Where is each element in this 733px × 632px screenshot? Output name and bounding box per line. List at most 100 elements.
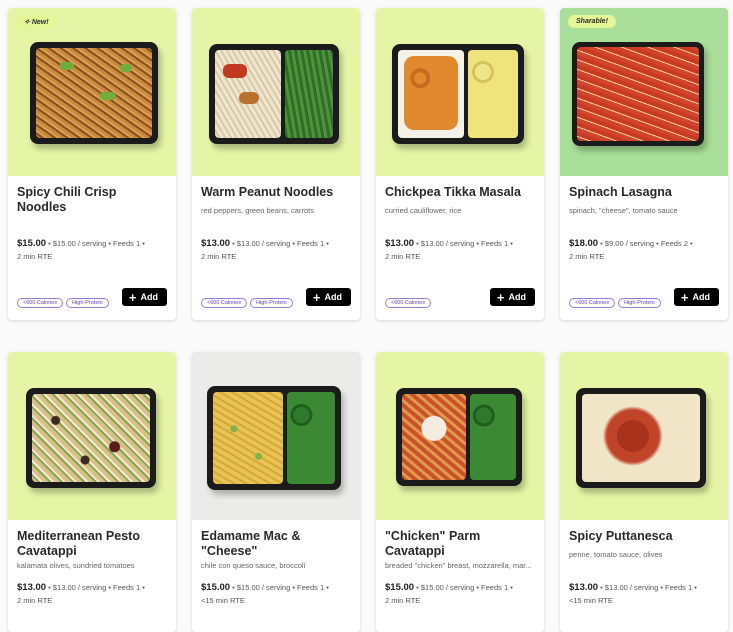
product-subtitle: curried cauliflower, rice (385, 206, 462, 215)
serving-info: • $15.00 / serving • Feeds 1 • (48, 239, 145, 248)
price-info: $15.00 • $15.00 / serving • Feeds 1 • 2 … (385, 581, 535, 607)
add-button[interactable]: + Add (489, 288, 535, 306)
rte-time: 2 min RTE (17, 252, 53, 261)
add-button[interactable]: + Add (673, 288, 719, 306)
meal-tray (26, 388, 156, 488)
sharable-badge: Sharable! (568, 15, 616, 28)
meal-tray (207, 386, 341, 490)
add-button[interactable]: + Add (121, 288, 167, 306)
rte-time: 2 min RTE (201, 252, 237, 261)
meal-tray (30, 42, 158, 144)
price-info: $13.00 • $13.00 / serving • Feeds 1 • 2 … (385, 237, 535, 263)
lasagna-food (577, 47, 699, 141)
new-badge: ✧ New! (16, 15, 57, 29)
product-card-mediterranean-pesto-cavatappi[interactable]: Mediterranean Pesto Cavatappi kalamata o… (8, 352, 176, 632)
product-image[interactable] (8, 352, 176, 520)
plus-icon: + (496, 289, 505, 305)
price-info: $13.00 • $13.00 / serving • Feeds 1 • 2 … (17, 581, 167, 607)
serving-info: • $15.00 / serving • Feeds 1 • (232, 583, 329, 592)
serving-info: • $13.00 / serving • Feeds 1 • (416, 239, 513, 248)
broccoli-food (287, 392, 335, 484)
plus-icon: + (128, 289, 137, 305)
product-card-spinach-lasagna[interactable]: Sharable! Spinach Lasagna spinach, "chee… (560, 8, 728, 320)
serving-info: • $13.00 / serving • Feeds 1 • (600, 583, 697, 592)
price: $15.00 (385, 582, 415, 593)
product-card-edamame-mac-cheese[interactable]: Edamame Mac & "Cheese" chile con queso s… (192, 352, 360, 632)
plus-icon: + (312, 289, 321, 305)
product-card-spicy-puttanesca[interactable]: Spicy Puttanesca penne, tomato sauce, ol… (560, 352, 728, 632)
tag-protein: High-Protein (66, 298, 109, 308)
price-info: $13.00 • $13.00 / serving • Feeds 1 • <1… (569, 581, 719, 607)
tag-calories: <600 Calories (569, 298, 616, 308)
product-image[interactable] (560, 352, 728, 520)
product-card-spicy-chili-crisp-noodles[interactable]: ✧ New! Spicy Chili Crisp Noodles $15.00 … (8, 8, 176, 320)
serving-info: • $13.00 / serving • Feeds 1 • (232, 239, 329, 248)
tag-calories: <600 Calories (385, 298, 432, 308)
product-title[interactable]: Mediterranean Pesto Cavatappi (17, 529, 168, 559)
product-subtitle: spinach, "cheese", tomato sauce (569, 206, 678, 215)
product-subtitle: chile con queso sauce, broccoli (201, 561, 306, 570)
product-image[interactable] (376, 8, 544, 176)
product-title[interactable]: "Chicken" Parm Cavatappi (385, 529, 536, 559)
product-subtitle: breaded "chicken" breast, mozzarella, ma… (385, 561, 532, 570)
meal-tray (396, 388, 522, 486)
price: $13.00 (569, 582, 599, 593)
tag-protein: High-Protein (250, 298, 293, 308)
serving-info: • $9.00 / serving • Feeds 2 • (600, 239, 693, 248)
product-image[interactable] (192, 8, 360, 176)
price: $13.00 (17, 582, 47, 593)
product-title[interactable]: Spinach Lasagna (569, 185, 720, 200)
product-card-chickpea-tikka-masala[interactable]: Chickpea Tikka Masala curried cauliflowe… (376, 8, 544, 320)
rte-time: 2 min RTE (17, 596, 53, 605)
product-subtitle: red peppers, green beans, carrots (201, 206, 314, 215)
price: $13.00 (201, 238, 231, 249)
mac-cheese-food (213, 392, 283, 484)
serving-info: • $13.00 / serving • Feeds 1 • (48, 583, 145, 592)
product-title[interactable]: Warm Peanut Noodles (201, 185, 352, 200)
product-subtitle: kalamata olives, sundried tomatoes (17, 561, 135, 570)
price-info: $15.00 • $15.00 / serving • Feeds 1 • 2 … (17, 237, 167, 263)
rte-time: 2 min RTE (569, 252, 605, 261)
price-info: $13.00 • $13.00 / serving • Feeds 1 • 2 … (201, 237, 351, 263)
tag-list: <600 Calories (385, 298, 432, 308)
pasta-food (32, 394, 150, 482)
rte-time: <15 min RTE (201, 596, 245, 605)
meal-tray (392, 44, 524, 144)
product-title[interactable]: Chickpea Tikka Masala (385, 185, 536, 200)
leaf-icon: ✧ (24, 19, 32, 26)
product-image[interactable] (376, 352, 544, 520)
chicken-parm-food (402, 394, 466, 480)
meal-tray (572, 42, 704, 146)
tag-list: <600 Calories High-Protein (569, 298, 661, 308)
tag-calories: <600 Calories (201, 298, 248, 308)
tag-list: <600 Calories High-Protein (17, 298, 109, 308)
product-subtitle: penne, tomato sauce, olives (569, 550, 663, 559)
tag-calories: <600 Calories (17, 298, 64, 308)
tag-protein: High-Protein (618, 298, 661, 308)
product-title[interactable]: Edamame Mac & "Cheese" (201, 529, 352, 559)
meal-tray (209, 44, 339, 144)
product-card-warm-peanut-noodles[interactable]: Warm Peanut Noodles red peppers, green b… (192, 8, 360, 320)
noodles-food (36, 48, 152, 138)
product-image[interactable]: Sharable! (560, 8, 728, 176)
cauliflower-food (468, 50, 518, 138)
product-image[interactable]: ✧ New! (8, 8, 176, 176)
rte-time: 2 min RTE (385, 252, 421, 261)
product-image[interactable] (192, 352, 360, 520)
product-title[interactable]: Spicy Chili Crisp Noodles (17, 185, 168, 215)
green-beans-food (285, 50, 333, 138)
add-button[interactable]: + Add (305, 288, 351, 306)
price: $15.00 (201, 582, 231, 593)
serving-info: • $15.00 / serving • Feeds 1 • (416, 583, 513, 592)
rte-time: 2 min RTE (385, 596, 421, 605)
product-card-chicken-parm-cavatappi[interactable]: "Chicken" Parm Cavatappi breaded "chicke… (376, 352, 544, 632)
price: $13.00 (385, 238, 415, 249)
price: $18.00 (569, 238, 599, 249)
rte-time: <15 min RTE (569, 596, 613, 605)
broccoli-food (470, 394, 516, 480)
tag-list: <600 Calories High-Protein (201, 298, 293, 308)
product-title[interactable]: Spicy Puttanesca (569, 529, 720, 544)
meal-tray (576, 388, 706, 488)
price-info: $18.00 • $9.00 / serving • Feeds 2 • 2 m… (569, 237, 719, 263)
price: $15.00 (17, 238, 47, 249)
